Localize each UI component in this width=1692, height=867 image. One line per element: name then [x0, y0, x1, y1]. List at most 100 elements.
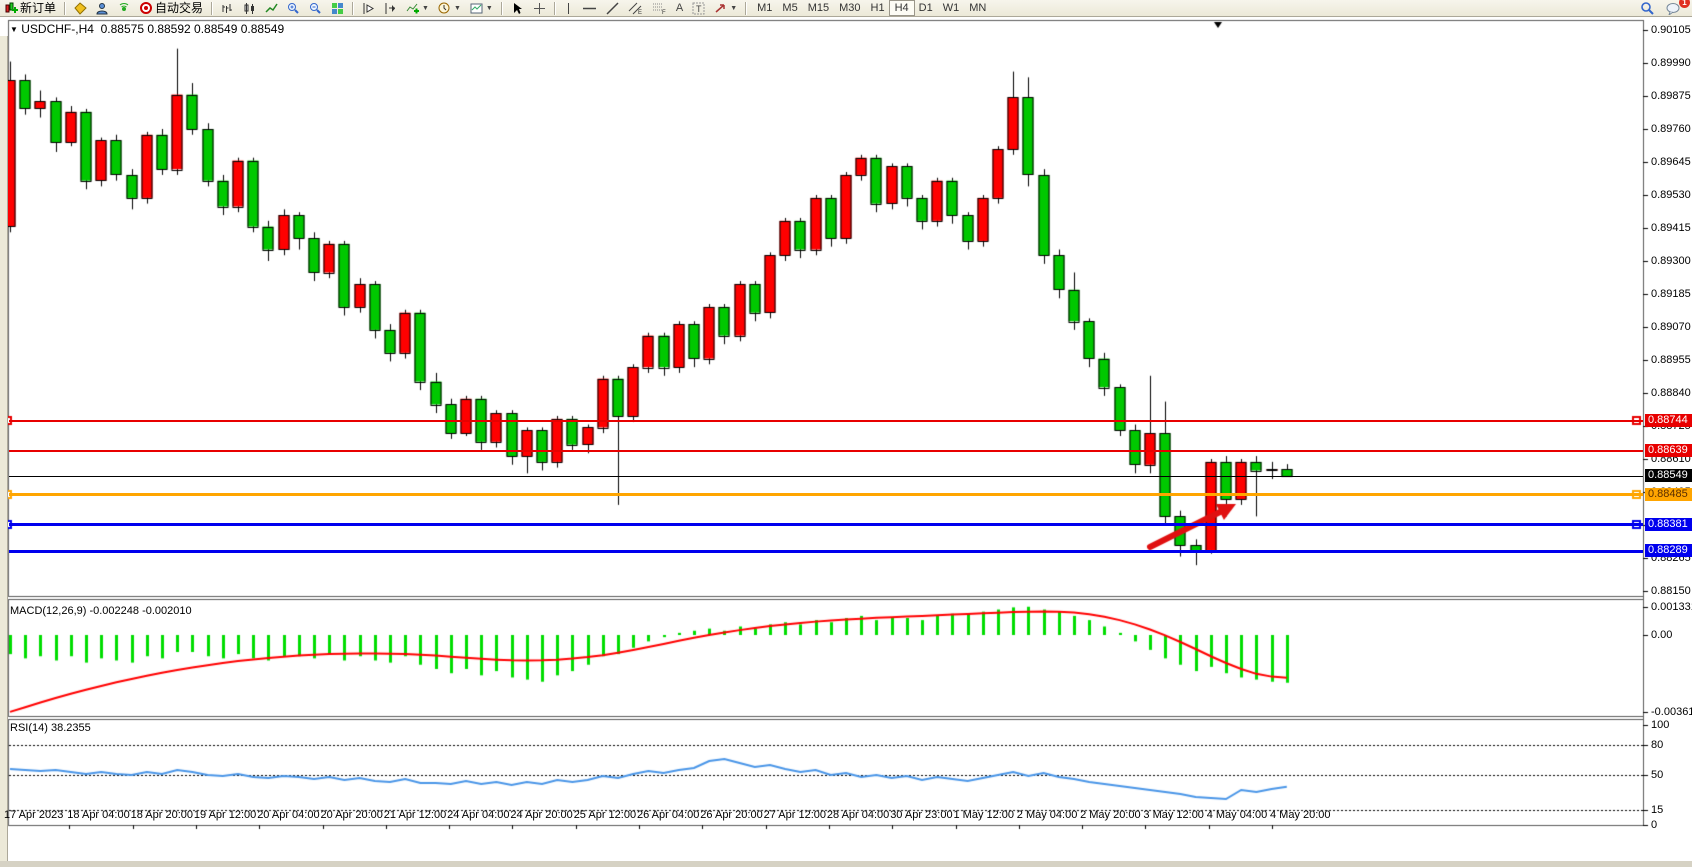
separator — [554, 2, 556, 15]
time-axis-label: 2 May 20:00 — [1080, 809, 1141, 821]
templates-button[interactable]: ▼ — [467, 1, 496, 16]
price-tag-0.88381: 0.88381 — [1645, 518, 1692, 531]
horizontal-line-tool-button[interactable] — [579, 1, 600, 16]
svg-text:T: T — [696, 4, 702, 14]
rsi-axis-tick: 100 — [1651, 719, 1669, 731]
timeframe-switcher: M1M5M15M30H1H4D1W1MN — [752, 2, 991, 15]
svg-text:E: E — [638, 10, 642, 15]
crosshair-tool-button[interactable] — [530, 1, 549, 16]
zoom-in-button[interactable] — [284, 1, 303, 16]
timeframe-button-MN[interactable]: MN — [964, 1, 991, 15]
price-axis-tick: 0.89300 — [1651, 255, 1691, 267]
horizontal-line-0.88485[interactable] — [9, 493, 1643, 496]
price-axis-tick: 0.89415 — [1651, 222, 1691, 234]
timeframe-button-D1[interactable]: D1 — [914, 1, 938, 15]
time-axis-label: 18 Apr 20:00 — [131, 809, 193, 821]
price-axis-tick: 0.88150 — [1651, 585, 1691, 597]
price-chart-canvas[interactable] — [0, 18, 1692, 849]
horizontal-line-0.88639[interactable] — [9, 450, 1643, 452]
chart-properties-button[interactable] — [71, 1, 90, 16]
time-axis-label: 28 Apr 04:00 — [827, 809, 889, 821]
timeframe-button-H1[interactable]: H1 — [866, 1, 890, 15]
cursor-tool-button[interactable] — [508, 1, 527, 16]
time-axis-label: 4 May 04:00 — [1207, 809, 1268, 821]
trendline-tool-button[interactable] — [603, 1, 622, 16]
symbol-period-label: USDCHF-,H4 — [21, 22, 94, 36]
timeframe-button-M15[interactable]: M15 — [803, 1, 834, 15]
horizontal-line-0.88744[interactable] — [9, 420, 1643, 422]
separator — [64, 2, 66, 15]
alerts-button[interactable] — [115, 1, 134, 16]
separator — [745, 2, 747, 15]
price-tag-0.88639: 0.88639 — [1645, 444, 1692, 457]
price-axis-tick: 0.89530 — [1651, 189, 1691, 201]
rsi-axis-tick: 80 — [1651, 739, 1663, 751]
horizontal-line-0.88381[interactable] — [9, 523, 1643, 526]
timeframe-button-W1[interactable]: W1 — [938, 1, 965, 15]
new-order-button[interactable]: 新订单 — [2, 1, 59, 16]
timeframe-button-M5[interactable]: M5 — [777, 1, 802, 15]
symbol-dropdown-icon[interactable]: ▼ — [10, 25, 18, 34]
timeframe-button-M1[interactable]: M1 — [752, 1, 777, 15]
candlestick-mode-button[interactable] — [240, 1, 259, 16]
price-tag-0.88549: 0.88549 — [1645, 469, 1692, 482]
periods-button[interactable]: ▼ — [435, 1, 464, 16]
time-axis-label: 26 Apr 04:00 — [637, 809, 699, 821]
time-axis-label: 17 Apr 2023 — [4, 809, 63, 821]
indicators-button[interactable]: ▼ — [403, 1, 432, 16]
auto-scroll-button[interactable] — [359, 1, 378, 16]
new-order-icon — [5, 2, 18, 15]
chevron-down-icon: ▼ — [454, 5, 461, 12]
time-axis-label: 18 Apr 04:00 — [67, 809, 129, 821]
auto-trading-button[interactable]: 自动交易 — [137, 1, 206, 16]
time-axis-label: 20 Apr 04:00 — [257, 809, 319, 821]
zoom-out-button[interactable] — [306, 1, 325, 16]
window-left-border — [0, 36, 8, 861]
macd-axis-tick: -0.003619 — [1651, 706, 1692, 718]
price-axis-tick: 0.88955 — [1651, 354, 1691, 366]
time-axis-label: 27 Apr 12:00 — [764, 809, 826, 821]
chart-shift-button[interactable] — [381, 1, 400, 16]
notifications-button[interactable]: 1 — [1663, 1, 1684, 16]
new-order-label: 新订单 — [20, 1, 56, 16]
price-axis-tick: 0.89070 — [1651, 321, 1691, 333]
rsi-axis-tick: 50 — [1651, 769, 1663, 781]
time-axis-label: 24 Apr 04:00 — [447, 809, 509, 821]
arrows-tool-button[interactable]: ▼ — [711, 1, 740, 16]
fibonacci-tool-button[interactable]: F — [649, 1, 670, 16]
bar-chart-mode-button[interactable] — [218, 1, 237, 16]
vertical-line-tool-button[interactable] — [561, 1, 576, 16]
text-tool-button[interactable]: A — [673, 1, 686, 16]
chart-region: ▼ USDCHF-,H4 0.88575 0.88592 0.88549 0.8… — [0, 18, 1692, 849]
rsi-axis-tick: 0 — [1651, 819, 1657, 831]
time-axis-label: 26 Apr 20:00 — [700, 809, 762, 821]
separator — [211, 2, 213, 15]
time-axis-label: 3 May 12:00 — [1143, 809, 1204, 821]
text-label-tool-button[interactable]: T — [689, 1, 708, 16]
notification-badge: 1 — [1679, 0, 1690, 8]
horizontal-line-0.88289[interactable] — [9, 550, 1643, 553]
macd-indicator-label: MACD(12,26,9) -0.002248 -0.002010 — [10, 605, 192, 617]
horizontal-line-0.88549[interactable] — [9, 476, 1643, 477]
tile-windows-button[interactable] — [328, 1, 347, 16]
timeframe-button-H4[interactable]: H4 — [890, 1, 914, 15]
chevron-down-icon: ▼ — [422, 5, 429, 12]
line-chart-mode-button[interactable] — [262, 1, 281, 16]
time-axis-label: 1 May 12:00 — [954, 809, 1015, 821]
time-axis-label: 4 May 20:00 — [1270, 809, 1331, 821]
equidistant-channel-tool-button[interactable]: E — [625, 1, 646, 16]
profile-button[interactable] — [93, 1, 112, 16]
price-tag-0.88289: 0.88289 — [1645, 544, 1692, 557]
search-button[interactable] — [1637, 1, 1657, 16]
main-toolbar: 新订单 自动交易 ▼ ▼ ▼ E F A T ▼ M1M5M15M30H1H4D… — [0, 0, 1692, 17]
price-tag-0.88485: 0.88485 — [1645, 488, 1692, 501]
chevron-down-icon: ▼ — [730, 5, 737, 12]
time-axis-label: 24 Apr 20:00 — [510, 809, 572, 821]
rsi-axis-tick: 15 — [1651, 804, 1663, 816]
price-axis-tick: 0.89760 — [1651, 123, 1691, 135]
separator — [501, 2, 503, 15]
timeframe-button-M30[interactable]: M30 — [834, 1, 865, 15]
time-axis-label: 21 Apr 12:00 — [384, 809, 446, 821]
auto-trading-label: 自动交易 — [155, 1, 203, 16]
rsi-indicator-label: RSI(14) 38.2355 — [10, 722, 91, 734]
